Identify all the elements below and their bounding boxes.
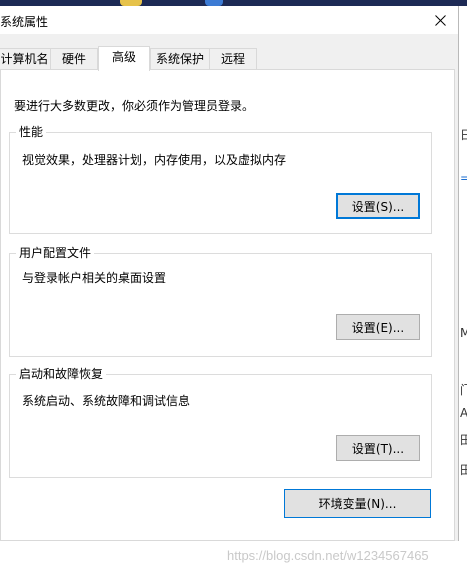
tab-remote[interactable]: 远程 (209, 48, 257, 69)
title-bar[interactable]: 系统属性 (0, 6, 458, 34)
group-title: 用户配置文件 (16, 246, 95, 260)
group-title: 性能 (16, 125, 47, 139)
tab-strip: 计算机名 硬件 高级 系统保护 远程 (0, 46, 458, 71)
performance-settings-button[interactable]: 设置(S)... (336, 193, 420, 219)
window-title: 系统属性 (0, 15, 49, 29)
background-char: 门 (460, 383, 467, 397)
group-description: 视觉效果，处理器计划，内存使用，以及虚拟内存 (22, 153, 287, 167)
startup-recovery-settings-button[interactable]: 设置(T)... (336, 435, 420, 461)
close-button[interactable] (430, 10, 450, 30)
tab-system-protection[interactable]: 系统保护 (150, 48, 210, 69)
startup-recovery-group: 启动和故障恢复 系统启动、系统故障和调试信息 设置(T)... (9, 367, 432, 478)
admin-note: 要进行大多数更改，你必须作为管理员登录。 (14, 99, 255, 113)
watermark: https://blog.csdn.net/w1234567465 (227, 548, 429, 563)
group-title: 启动和故障恢复 (16, 367, 107, 381)
environment-variables-button[interactable]: 环境变量(N)... (284, 489, 431, 518)
background-char: M (460, 326, 467, 340)
background-char: 日 (460, 128, 467, 142)
group-description: 与登录帐户相关的桌面设置 (22, 271, 167, 285)
system-properties-dialog: 系统属性 计算机名 硬件 高级 系统保护 远程 要进行大多数更改，你必须作为管理… (0, 6, 459, 563)
user-profiles-settings-button[interactable]: 设置(E)... (336, 314, 420, 340)
advanced-tab-panel: 要进行大多数更改，你必须作为管理员登录。 性能 视觉效果，处理器计划，内存使用，… (0, 69, 455, 563)
tab-advanced[interactable]: 高级 (98, 46, 150, 71)
background-char: 田 (460, 463, 467, 477)
group-description: 系统启动、系统故障和调试信息 (22, 394, 191, 408)
background-window-edge: 日 = M 门 A 田 田 (459, 6, 467, 541)
background-char: = (460, 171, 467, 185)
tab-computer-name[interactable]: 计算机名 (0, 48, 51, 69)
performance-group: 性能 视觉效果，处理器计划，内存使用，以及虚拟内存 设置(S)... (9, 125, 432, 234)
user-profiles-group: 用户配置文件 与登录帐户相关的桌面设置 设置(E)... (9, 246, 432, 357)
background-char: A (460, 406, 467, 420)
tab-hardware[interactable]: 硬件 (50, 48, 98, 69)
background-char: 田 (460, 433, 467, 447)
close-icon (434, 14, 446, 26)
